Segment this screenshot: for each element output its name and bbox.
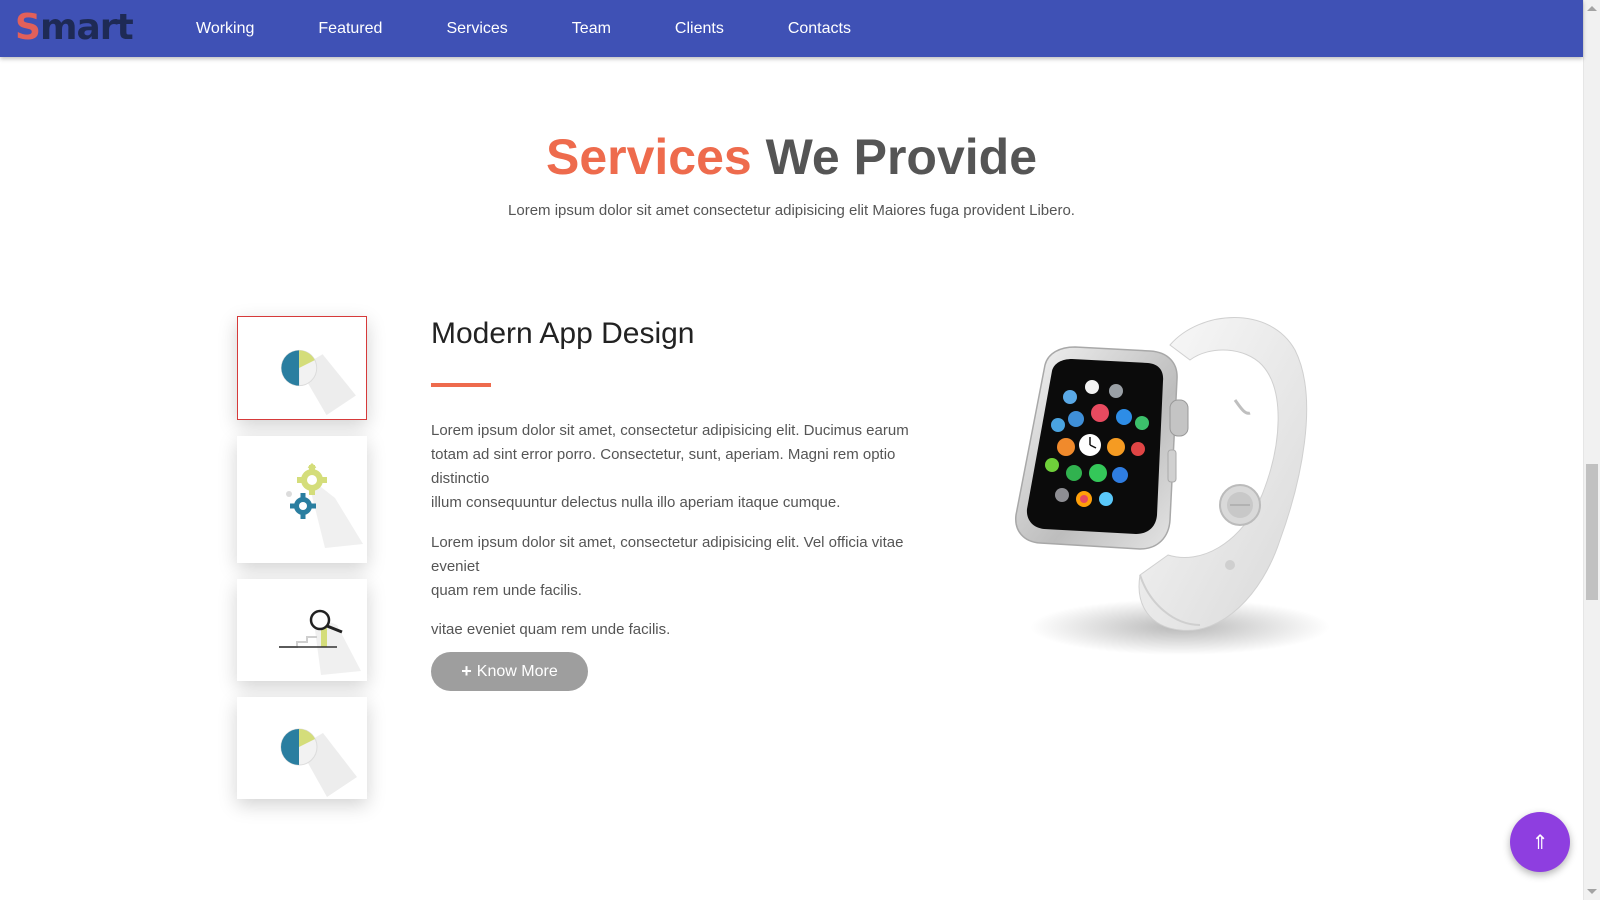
- know-more-label: Know More: [476, 662, 558, 680]
- scroll-down-arrow-icon[interactable]: [1587, 889, 1597, 894]
- section-title-highlight: Services: [545, 129, 752, 185]
- paragraph2-line: eveniet: [431, 558, 480, 575]
- service-paragraph-1: Lorem ipsum dolor sit amet, consectetur …: [431, 419, 951, 515]
- page-scrollbar[interactable]: [1583, 0, 1600, 900]
- nav-link-contacts[interactable]: Contacts: [788, 20, 851, 38]
- title-divider: [431, 383, 491, 387]
- smartwatch-image: [1015, 317, 1330, 655]
- arrow-up-icon: ⇑: [1531, 831, 1549, 854]
- section-subtitle: Lorem ipsum dolor sit amet consectetur a…: [508, 202, 1075, 219]
- paragraph1-line: illum consequuntur delectus nulla illo a…: [431, 494, 841, 511]
- service-content: Modern App Design Lorem ipsum dolor sit …: [431, 316, 951, 691]
- service-tab-2[interactable]: [237, 436, 367, 563]
- paragraph1-line: Lorem ipsum dolor sit amet, consectetur …: [431, 422, 909, 439]
- pie-chart-icon: [280, 728, 357, 797]
- plus-icon: +: [461, 661, 472, 681]
- nav-link-clients[interactable]: Clients: [675, 20, 724, 38]
- section-title-rest: We Provide: [765, 129, 1038, 185]
- nav-link-team[interactable]: Team: [572, 20, 611, 38]
- magnifier-stairs-icon: [279, 609, 361, 675]
- service-tab-3[interactable]: [237, 579, 367, 681]
- service-paragraph-3: vitae eveniet quam rem unde facilis.: [431, 621, 671, 638]
- scrollbar-thumb[interactable]: [1586, 464, 1598, 600]
- pie-chart-icon: [280, 349, 356, 416]
- paragraph1-line: distinctio: [431, 470, 490, 487]
- top-navbar: Smart Working Featured Services Team Cli…: [0, 0, 1583, 57]
- nav-link-services[interactable]: Services: [446, 20, 507, 38]
- brand-letter: S: [15, 7, 41, 48]
- know-more-button[interactable]: + Know More: [431, 652, 588, 691]
- paragraph2-line: Lorem ipsum dolor sit amet, consectetur …: [431, 534, 904, 551]
- brand-text: mart: [39, 7, 134, 48]
- gears-icon: [286, 463, 363, 548]
- scroll-top-button[interactable]: ⇑: [1510, 812, 1570, 872]
- paragraph1-line: totam ad sint error porro. Consectetur, …: [431, 446, 896, 463]
- service-title: Modern App Design: [431, 317, 695, 350]
- scroll-up-arrow-icon[interactable]: [1587, 6, 1597, 11]
- service-tab-4[interactable]: [237, 697, 367, 799]
- brand-logo[interactable]: Smart: [15, 7, 134, 48]
- nav-links: Working Featured Services Team Clients C…: [196, 0, 915, 57]
- service-tab-1[interactable]: [237, 316, 367, 420]
- paragraph2-line: quam rem unde facilis.: [431, 582, 582, 599]
- nav-link-featured[interactable]: Featured: [318, 20, 382, 38]
- services-header: Services We Provide Lorem ipsum dolor si…: [0, 127, 1583, 219]
- section-title: Services We Provide: [0, 127, 1583, 187]
- service-paragraph-2: Lorem ipsum dolor sit amet, consectetur …: [431, 531, 951, 603]
- nav-link-working[interactable]: Working: [196, 20, 254, 38]
